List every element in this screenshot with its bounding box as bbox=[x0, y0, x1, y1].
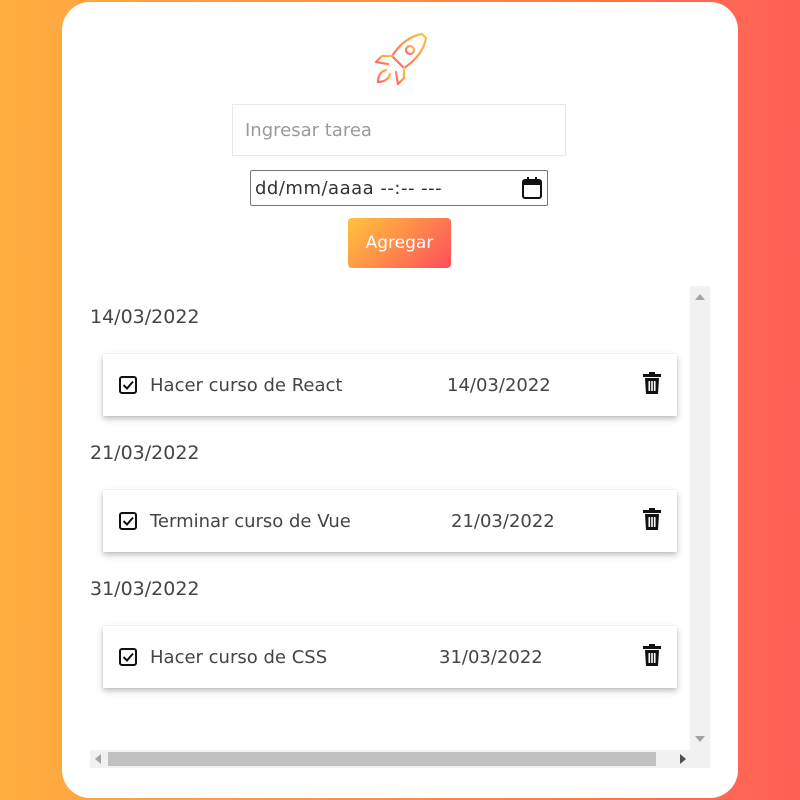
checkbox-checked-icon[interactable] bbox=[119, 376, 137, 394]
date-input[interactable]: dd/mm/aaaa --:-- --- bbox=[250, 170, 548, 206]
task-input[interactable] bbox=[232, 104, 566, 156]
task-item: Hacer curso de React 14/03/2022 bbox=[103, 354, 677, 416]
scroll-right-icon[interactable] bbox=[680, 754, 686, 764]
task-title: Terminar curso de Vue bbox=[150, 510, 351, 532]
add-task-button[interactable]: Agregar bbox=[348, 218, 451, 268]
horizontal-scroll-thumb[interactable] bbox=[108, 752, 656, 766]
scroll-left-icon[interactable] bbox=[95, 754, 101, 764]
scroll-down-icon[interactable] bbox=[695, 736, 705, 742]
trash-icon[interactable] bbox=[643, 508, 661, 530]
scrollbar-corner bbox=[690, 750, 710, 768]
group-date-heading: 14/03/2022 bbox=[90, 306, 200, 328]
scroll-up-icon[interactable] bbox=[695, 294, 705, 300]
calendar-icon[interactable] bbox=[521, 176, 543, 200]
task-title: Hacer curso de React bbox=[150, 374, 343, 396]
task-date: 21/03/2022 bbox=[451, 510, 555, 532]
group-date-heading: 21/03/2022 bbox=[90, 442, 200, 464]
rocket-icon bbox=[374, 32, 428, 86]
task-list: 14/03/2022 Hacer curso de React 14/03/20… bbox=[90, 286, 710, 768]
trash-icon[interactable] bbox=[643, 644, 661, 666]
date-input-text: dd/mm/aaaa --:-- --- bbox=[255, 177, 443, 199]
checkbox-checked-icon[interactable] bbox=[119, 512, 137, 530]
task-item: Terminar curso de Vue 21/03/2022 bbox=[103, 490, 677, 552]
task-date: 31/03/2022 bbox=[439, 646, 543, 668]
task-date: 14/03/2022 bbox=[447, 374, 551, 396]
task-item: Hacer curso de CSS 31/03/2022 bbox=[103, 626, 677, 688]
group-date-heading: 31/03/2022 bbox=[90, 578, 200, 600]
task-title: Hacer curso de CSS bbox=[150, 646, 328, 668]
app-card: dd/mm/aaaa --:-- --- Agregar 14/03/2022 … bbox=[62, 2, 738, 798]
trash-icon[interactable] bbox=[643, 372, 661, 394]
horizontal-scrollbar[interactable] bbox=[90, 750, 690, 768]
vertical-scrollbar[interactable] bbox=[690, 286, 710, 750]
checkbox-checked-icon[interactable] bbox=[119, 648, 137, 666]
